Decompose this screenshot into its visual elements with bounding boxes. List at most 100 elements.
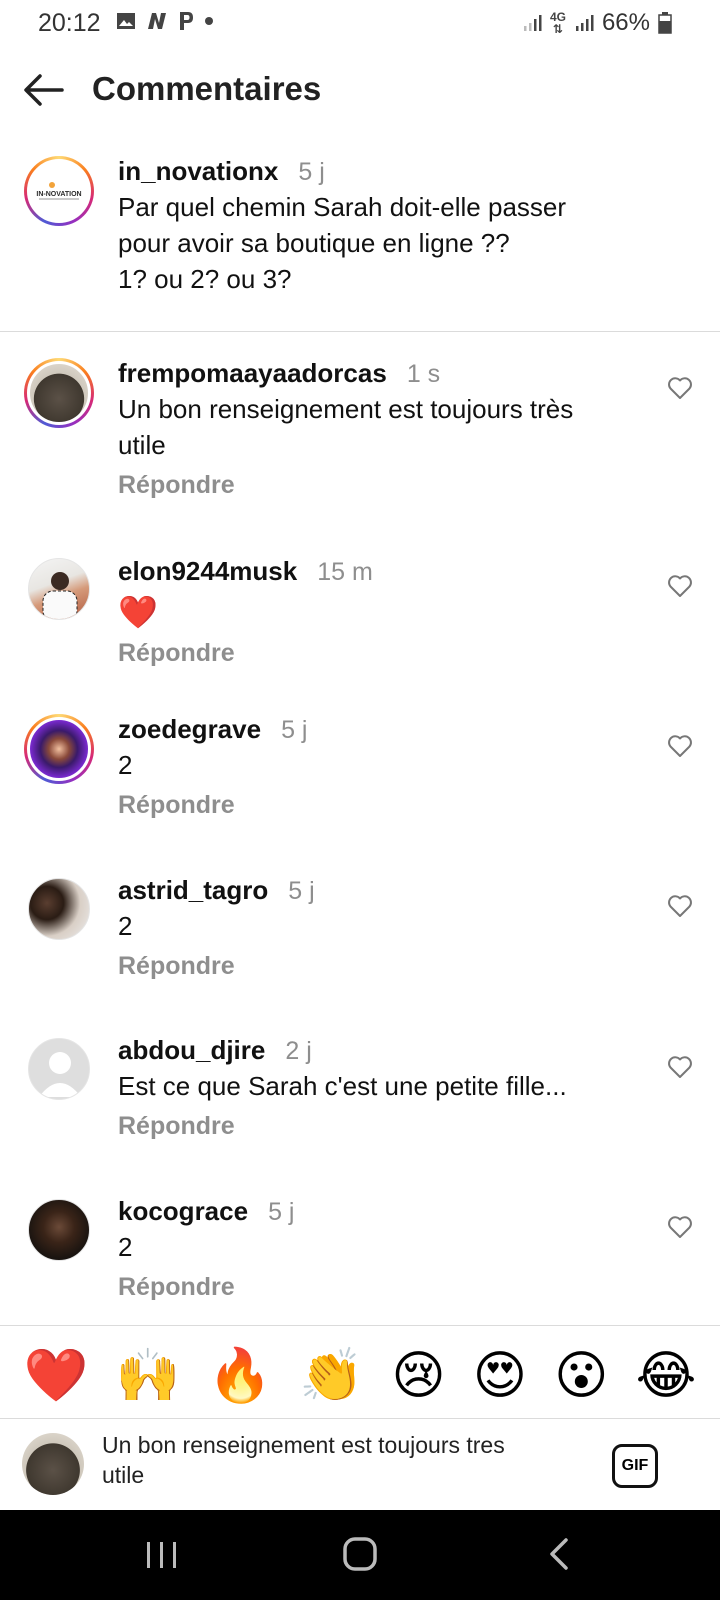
- avatar[interactable]: [24, 358, 94, 428]
- recents-button[interactable]: [132, 1530, 192, 1580]
- emoji-bar-divider: [0, 1325, 720, 1326]
- caption-text: Par quel chemin Sarah doit-elle passer p…: [118, 189, 658, 297]
- p-app-icon: [180, 12, 193, 30]
- caption-username[interactable]: in_novationx: [118, 156, 278, 187]
- like-button[interactable]: [667, 1215, 693, 1239]
- comment-username[interactable]: astrid_tagro: [118, 875, 268, 906]
- comment-block: astrid_tagro 5 j 2 Répondre: [118, 875, 658, 981]
- like-button[interactable]: [667, 734, 693, 758]
- comment-time: 5 j: [281, 716, 308, 744]
- svg-text:IN-NOVATION: IN-NOVATION: [36, 191, 81, 198]
- heart-emoji: ❤️: [118, 594, 158, 630]
- reply-button[interactable]: Répondre: [118, 952, 658, 981]
- comment-username[interactable]: elon9244musk: [118, 556, 297, 587]
- heart-outline-icon: [668, 377, 692, 399]
- reply-button[interactable]: Répondre: [118, 471, 658, 500]
- news-n-icon: [148, 13, 166, 29]
- caption-time: 5 j: [298, 158, 325, 186]
- comment-username[interactable]: frempomaayaadorcas: [118, 358, 387, 389]
- reply-button[interactable]: Répondre: [118, 1112, 658, 1141]
- comment-block: abdou_djire 2 j Est ce que Sarah c'est u…: [118, 1035, 658, 1141]
- avatar[interactable]: [24, 714, 94, 784]
- avatar[interactable]: [28, 558, 90, 620]
- heart-outline-icon: [668, 1056, 692, 1078]
- quick-reaction-bar: ❤️ 🙌 🔥 👏 😢 😍 😮 😂: [0, 1336, 720, 1416]
- comment-username[interactable]: abdou_djire: [118, 1035, 265, 1066]
- comment-text: 2: [118, 1229, 658, 1265]
- comment-input-line: Un bon renseignement est toujours tres: [102, 1432, 505, 1458]
- reply-button[interactable]: Répondre: [118, 1273, 658, 1302]
- comment-input[interactable]: Un bon renseignement est toujours tres u…: [102, 1430, 582, 1490]
- avatar[interactable]: [28, 878, 90, 940]
- avatar[interactable]: IN-NOVATION: [24, 156, 94, 226]
- comment-time: 5 j: [288, 877, 315, 905]
- comment-composer: Un bon renseignement est toujours tres u…: [0, 1420, 720, 1510]
- avatar[interactable]: [28, 1199, 90, 1261]
- like-button[interactable]: [667, 1055, 693, 1079]
- comment-text: 2: [118, 747, 658, 783]
- reply-button[interactable]: Répondre: [118, 639, 658, 668]
- gallery-icon: [117, 13, 135, 29]
- comment-block: zoedegrave 5 j 2 Répondre: [118, 714, 658, 820]
- back-nav-button[interactable]: [530, 1530, 590, 1580]
- post-caption: IN-NOVATION in_novationx 5 j Par quel ch…: [0, 152, 720, 332]
- emoji-clapping[interactable]: 👏: [299, 1346, 364, 1406]
- caption-line: 1? ou 2? ou 3?: [118, 264, 292, 294]
- network-type-icon: 4G ⇅: [549, 10, 566, 36]
- page-title: Commentaires: [92, 70, 322, 107]
- gif-button[interactable]: GIF: [612, 1444, 658, 1488]
- like-button[interactable]: [667, 574, 693, 598]
- in-novation-logo: IN-NOVATION: [33, 165, 85, 217]
- system-nav-bar: [0, 1510, 720, 1600]
- cell-signal-icon: [575, 15, 594, 31]
- heart-outline-icon: [668, 1216, 692, 1238]
- comment-username[interactable]: zoedegrave: [118, 714, 261, 745]
- chevron-left-icon: [550, 1538, 568, 1570]
- emoji-fire[interactable]: 🔥: [207, 1346, 272, 1406]
- comment-username[interactable]: kocograce: [118, 1196, 248, 1227]
- composer-avatar: [22, 1433, 84, 1495]
- comment-line: 2: [118, 1232, 133, 1262]
- caption-line: Par quel chemin Sarah doit-elle passer: [118, 192, 567, 222]
- status-time: 20:12: [38, 9, 101, 37]
- comment-time: 2 j: [285, 1037, 312, 1065]
- notification-icons: [116, 11, 214, 31]
- arrow-left-icon: [24, 74, 64, 106]
- comment-line: 2: [118, 750, 133, 780]
- comment-line: Est ce que Sarah c'est une petite fille.…: [118, 1071, 567, 1101]
- caption-divider: [0, 331, 720, 332]
- emoji-heart[interactable]: ❤️: [24, 1346, 89, 1406]
- back-button[interactable]: [22, 72, 66, 108]
- comment-time: 15 m: [317, 558, 373, 586]
- comment-block: kocograce 5 j 2 Répondre: [118, 1196, 658, 1302]
- caption-block: in_novationx 5 j Par quel chemin Sarah d…: [118, 156, 658, 297]
- caption-line: pour avoir sa boutique en ligne ??: [118, 228, 510, 258]
- reply-button[interactable]: Répondre: [118, 791, 658, 820]
- comment-block: frempomaayaadorcas 1 s Un bon renseignem…: [118, 358, 658, 500]
- notification-dot-icon: [205, 17, 213, 25]
- like-button[interactable]: [667, 894, 693, 918]
- battery-icon: [658, 12, 672, 34]
- emoji-raising-hands[interactable]: 🙌: [116, 1346, 181, 1406]
- comment-time: 5 j: [268, 1198, 295, 1226]
- heart-outline-icon: [668, 895, 692, 917]
- battery-percent: 66%: [601, 9, 650, 36]
- emoji-heart-eyes[interactable]: 😍: [473, 1346, 527, 1406]
- comment-line: Un bon renseignement est toujours très: [118, 394, 574, 424]
- avatar[interactable]: [28, 1038, 90, 1100]
- composer-divider: [0, 1418, 720, 1419]
- like-button[interactable]: [667, 376, 693, 400]
- comment-line: 2: [118, 911, 133, 941]
- default-avatar-icon: [39, 1052, 81, 1097]
- home-icon: [343, 1537, 377, 1571]
- home-button[interactable]: [330, 1530, 390, 1580]
- comment-input-line: utile: [102, 1462, 145, 1488]
- comment-block: elon9244musk 15 m ❤️ Répondre: [118, 556, 658, 668]
- status-right: 4G ⇅ 66%: [522, 9, 672, 37]
- emoji-surprised[interactable]: 😮: [554, 1346, 608, 1406]
- comment-text: 2: [118, 908, 658, 944]
- recents-icon: [147, 1542, 176, 1568]
- emoji-crying[interactable]: 😢: [391, 1346, 445, 1406]
- heart-outline-icon: [668, 735, 692, 757]
- emoji-tears-of-joy[interactable]: 😂: [636, 1346, 697, 1406]
